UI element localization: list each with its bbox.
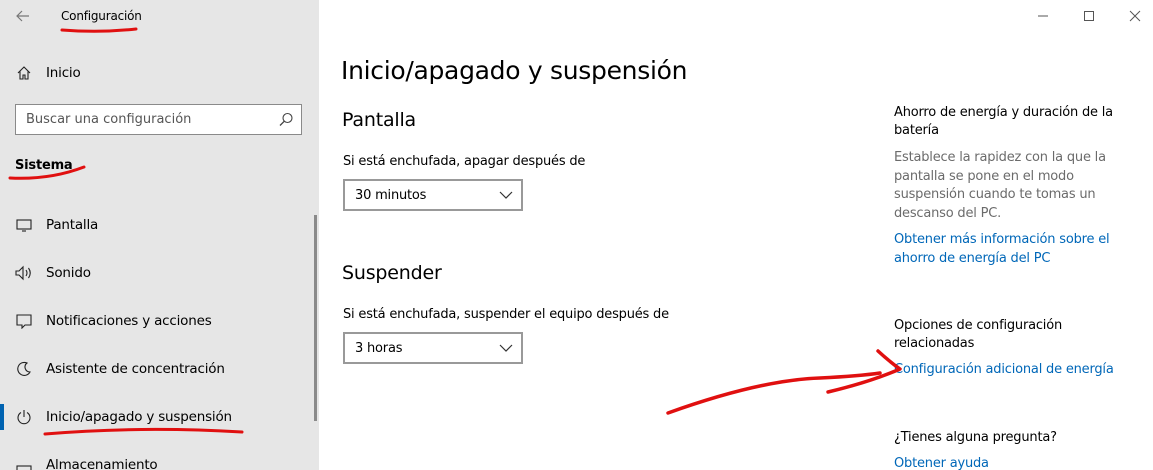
sidebar: Configuración Inicio Sistema Pantalla So…: [0, 0, 319, 470]
home-icon: [15, 64, 33, 82]
storage-icon: [15, 456, 33, 470]
chevron-down-icon: [499, 344, 513, 352]
annotation-arrow: [666, 349, 902, 415]
notification-icon: [15, 312, 33, 330]
minimize-button[interactable]: [1020, 0, 1066, 32]
search-input[interactable]: [16, 105, 271, 134]
app-title: Configuración: [61, 9, 142, 23]
sleep-dropdown[interactable]: 3 horas: [343, 332, 523, 364]
sidebar-scrollbar[interactable]: [314, 215, 317, 421]
minimize-icon: [1038, 15, 1048, 17]
sidebar-item-label: Pantalla: [46, 217, 99, 233]
maximize-button[interactable]: [1066, 0, 1112, 32]
monitor-icon: [15, 216, 33, 234]
energy-info-link[interactable]: Obtener más información sobre el ahorro …: [894, 231, 1124, 268]
page-title: Inicio/apagado y suspensión: [341, 56, 688, 85]
sidebar-item-pantalla[interactable]: Pantalla: [0, 205, 319, 245]
maximize-icon: [1084, 11, 1094, 21]
close-button[interactable]: [1112, 0, 1153, 32]
section-heading-suspender: Suspender: [342, 262, 442, 284]
sidebar-item-label: Notificaciones y acciones: [46, 313, 212, 329]
additional-power-settings-link[interactable]: Configuración adicional de energía: [894, 361, 1124, 380]
sidebar-item-label: Inicio: [46, 65, 81, 81]
close-icon: [1129, 10, 1141, 22]
energy-description: Establece la rapidez con la que la panta…: [894, 150, 1106, 221]
screen-off-label: Si está enchufada, apagar después de: [343, 154, 586, 169]
sidebar-item-label: Asistente de concentración: [46, 361, 225, 377]
section-title: Sistema: [15, 158, 73, 173]
moon-icon: [15, 360, 33, 378]
chevron-down-icon: [499, 191, 513, 199]
question-heading: ¿Tienes alguna pregunta?: [894, 430, 1057, 445]
sidebar-item-label: Almacenamiento: [46, 457, 158, 470]
dropdown-value: 3 horas: [355, 340, 403, 356]
sidebar-item-notificaciones[interactable]: Notificaciones y acciones: [0, 301, 319, 341]
search-icon[interactable]: [277, 111, 295, 129]
screen-off-dropdown[interactable]: 30 minutos: [343, 179, 523, 211]
sidebar-item-inicio-apagado[interactable]: Inicio/apagado y suspensión: [0, 397, 319, 437]
sidebar-item-label: Sonido: [46, 265, 91, 281]
speaker-icon: [15, 264, 33, 282]
sidebar-item-sonido[interactable]: Sonido: [0, 253, 319, 293]
energy-heading: Ahorro de energía y duración de la bater…: [894, 105, 1113, 138]
power-icon: [15, 408, 33, 426]
sidebar-item-label: Inicio/apagado y suspensión: [46, 409, 232, 425]
get-help-link[interactable]: Obtener ayuda: [894, 455, 1124, 470]
related-options-heading: Opciones de configuración relacionadas: [894, 318, 1063, 351]
sidebar-item-almacenamiento[interactable]: Almacenamiento: [0, 445, 319, 470]
section-heading-pantalla: Pantalla: [342, 109, 416, 131]
back-button[interactable]: [8, 4, 38, 28]
dropdown-value: 30 minutos: [355, 187, 427, 203]
sleep-label: Si está enchufada, suspender el equipo d…: [343, 307, 669, 322]
back-arrow-icon: [16, 10, 29, 22]
sidebar-item-concentracion[interactable]: Asistente de concentración: [0, 349, 319, 389]
search-box[interactable]: [15, 104, 302, 135]
sidebar-item-home[interactable]: Inicio: [0, 53, 319, 93]
